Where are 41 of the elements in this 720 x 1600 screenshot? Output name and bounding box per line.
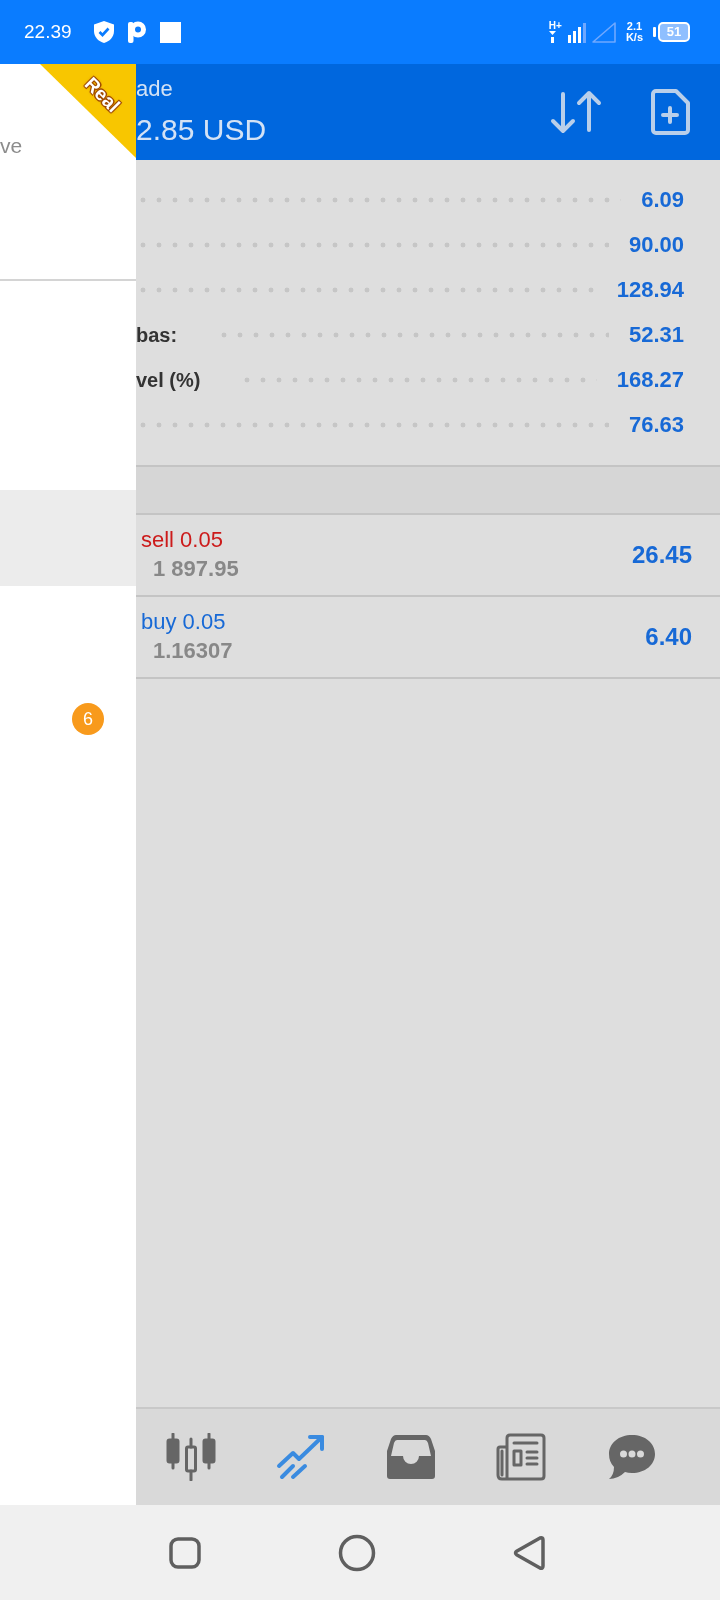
clock-time: 22.39 (24, 21, 72, 43)
chat-bubble-icon (606, 1434, 656, 1480)
battery-indicator: 51 (653, 22, 690, 42)
field-value: 52.31 (628, 321, 684, 349)
order-type: sell 0.05 (141, 526, 223, 554)
signal-bars-icon (567, 21, 586, 43)
newspaper-icon (496, 1433, 546, 1481)
network-type-label: H+ (548, 21, 562, 31)
back-triangle-icon (513, 1534, 545, 1571)
network-speed-value: 2.1 (626, 21, 643, 32)
rounded-square-icon (169, 1536, 201, 1569)
sort-arrows-icon[interactable] (550, 90, 602, 134)
order-price: 1 897.95 (152, 555, 239, 583)
square-notification-icon (159, 21, 181, 43)
order-profit: 26.45 (631, 540, 692, 570)
inbox-tray-icon (387, 1435, 435, 1479)
empty-signal-icon (591, 21, 616, 43)
field-value: 128.94 (616, 276, 684, 304)
field-value: 90.00 (628, 231, 684, 259)
field-label: vel (%) (136, 367, 201, 393)
new-document-icon[interactable] (650, 89, 690, 135)
order-type: buy 0.05 (141, 608, 226, 636)
field-value: 76.63 (628, 411, 684, 439)
shield-check-icon (93, 21, 114, 43)
trend-arrow-icon (276, 1434, 326, 1480)
p-logo-icon (127, 21, 146, 43)
drawer-subtitle: ve (0, 134, 23, 158)
header-title: ade (136, 76, 174, 102)
order-price: 1.16307 (152, 637, 233, 665)
candlestick-icon (165, 1433, 217, 1481)
order-row[interactable]: sell 0.05 1 897.95 26.45 (136, 515, 720, 597)
field-value: 168.27 (616, 366, 684, 394)
balance-text: 2.85 USD (136, 112, 267, 148)
field-label: bas: (136, 322, 178, 348)
field-value: 6.09 (641, 186, 684, 214)
order-profit: 6.40 (645, 622, 692, 652)
count-badge: 6 (72, 703, 104, 735)
network-speed-unit: K/s (625, 32, 643, 43)
order-row[interactable]: buy 0.05 1.16307 6.40 (136, 597, 720, 679)
data-arrows-icon (548, 31, 556, 43)
circle-icon (338, 1533, 376, 1572)
